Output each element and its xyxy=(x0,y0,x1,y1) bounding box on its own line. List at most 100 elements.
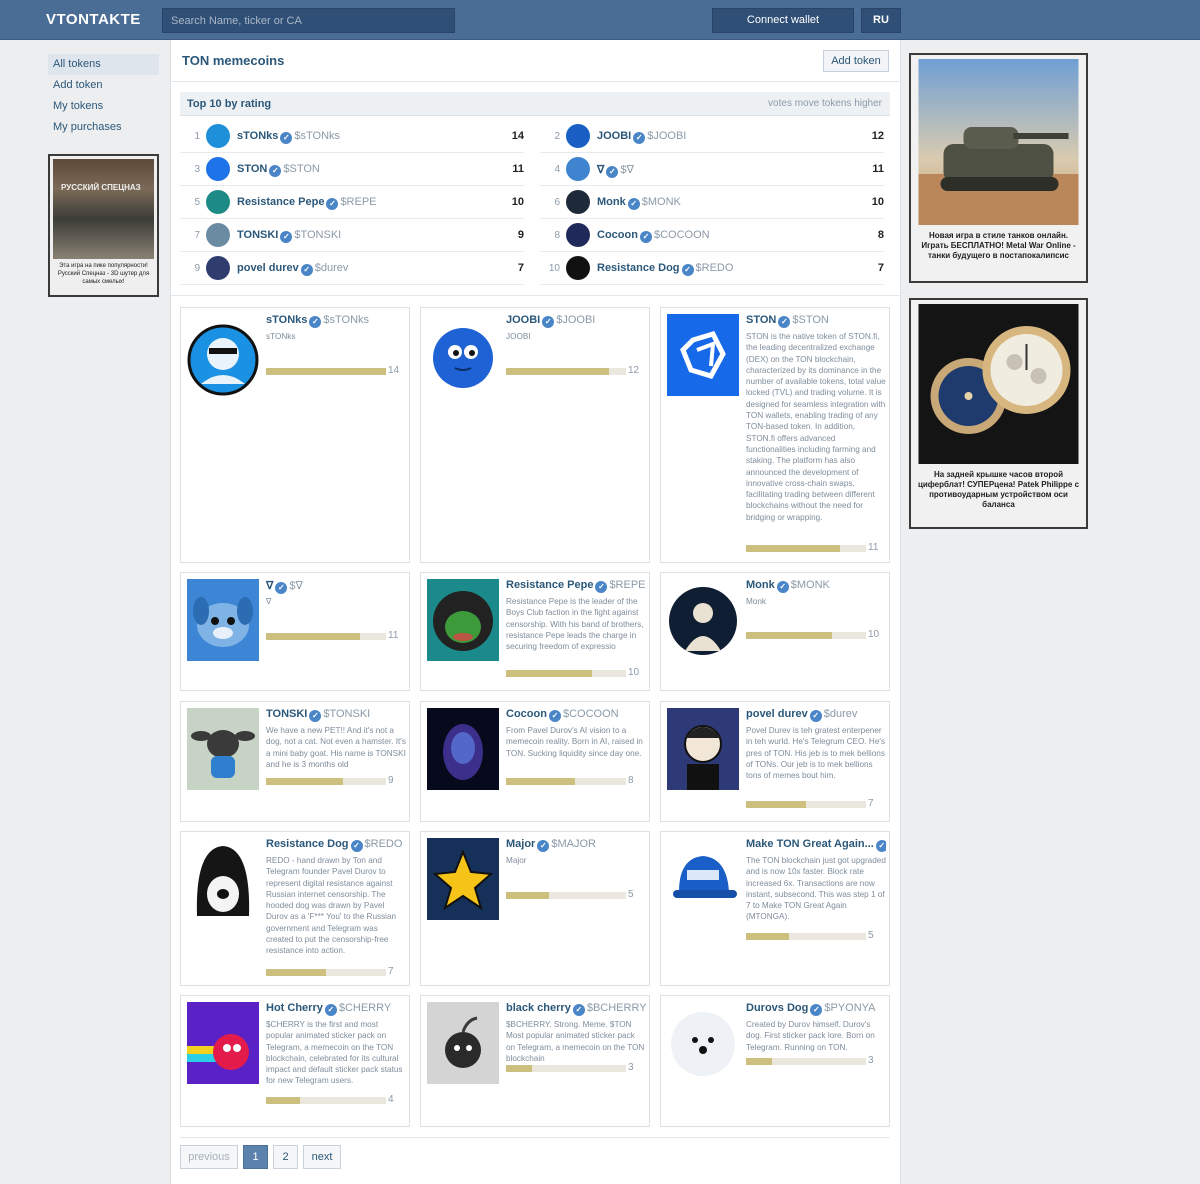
token-name[interactable]: TONSKI ✓ $TONSKI xyxy=(266,708,406,722)
site-logo[interactable]: VTONTAKTE xyxy=(46,11,141,28)
ranking-row[interactable]: 10 Resistance Dog ✓ $REDO 7 xyxy=(540,252,884,285)
token-name[interactable]: povel durev ✓ $durev xyxy=(746,708,886,722)
token-description: Monk xyxy=(746,597,767,606)
token-ticker: $MONK xyxy=(790,579,830,591)
token-card[interactable]: Monk ✓ $MONK Monk 10 xyxy=(660,572,890,691)
token-name[interactable]: ∇ ✓ $∇ xyxy=(266,579,406,594)
sidebar-item-all-tokens[interactable]: All tokens xyxy=(48,54,159,75)
token-name[interactable]: Monk ✓ $MONK xyxy=(746,579,886,593)
token-name[interactable]: Cocoon ✓ $COCOON xyxy=(506,708,646,722)
search-input[interactable]: Search Name, ticker or CA xyxy=(162,8,455,33)
token-image[interactable] xyxy=(427,838,499,920)
watch-image xyxy=(918,304,1079,464)
ad-banner-watch[interactable]: На задней крышке часов второй циферблат!… xyxy=(909,298,1088,529)
verified-icon: ✓ xyxy=(572,1004,585,1016)
ranking-row[interactable]: 9 povel durev ✓ $durev 7 xyxy=(180,252,524,285)
token-ticker: $COCOON xyxy=(653,229,710,241)
token-ticker: $STON xyxy=(283,163,320,175)
language-button[interactable]: RU xyxy=(861,8,901,33)
rating-value: 10 xyxy=(868,629,880,640)
token-name[interactable]: Resistance Pepe ✓ $REPE xyxy=(237,196,377,210)
ranking-row[interactable]: 5 Resistance Pepe ✓ $REPE 10 xyxy=(180,186,524,219)
token-name[interactable]: Major ✓ $MAJOR xyxy=(506,838,646,852)
token-image[interactable] xyxy=(187,838,259,920)
token-score: 10 xyxy=(511,196,524,208)
token-name[interactable]: sTONks ✓ $sTONks xyxy=(237,130,340,144)
token-name[interactable]: Cocoon ✓ $COCOON xyxy=(597,229,710,243)
token-ticker: $BCHERRY xyxy=(586,1002,646,1014)
token-description: JOOBI xyxy=(506,332,531,341)
token-card[interactable]: black cherry ✓ $BCHERRY $BCHERRY. Strong. M… xyxy=(420,995,650,1127)
token-name[interactable]: Resistance Dog ✓ $REDO xyxy=(597,262,733,276)
token-card[interactable]: povel durev ✓ $durev Povel Durev is teh gra… xyxy=(660,701,890,822)
pagination-next[interactable]: next xyxy=(303,1145,341,1169)
sidebar-item-my-purchases[interactable]: My purchases xyxy=(48,117,159,138)
verified-icon: ✓ xyxy=(275,582,288,594)
token-card[interactable]: sTONks ✓ $sTONks sTONks 14 xyxy=(180,307,410,563)
token-name[interactable]: JOOBI ✓ $JOOBI xyxy=(597,130,686,144)
token-image[interactable] xyxy=(667,1002,739,1084)
token-image[interactable] xyxy=(187,579,259,661)
token-card[interactable]: Resistance Pepe ✓ $REPE Resistance Pepe is … xyxy=(420,572,650,691)
token-name[interactable]: ∇ ✓ $∇ xyxy=(597,163,634,178)
token-image[interactable] xyxy=(427,708,499,790)
verified-icon: ✓ xyxy=(324,1004,337,1016)
token-card[interactable]: ∇ ✓ $∇ ∇ 11 xyxy=(180,572,410,691)
token-name[interactable]: Resistance Dog ✓ $REDO xyxy=(266,838,406,852)
token-name[interactable]: Hot Cherry ✓ $CHERRY xyxy=(266,1002,406,1016)
token-card[interactable]: Make TON Great Again... ✓ The TON blockcha… xyxy=(660,831,890,986)
token-name[interactable]: JOOBI ✓ $JOOBI xyxy=(506,314,646,328)
pagination-previous[interactable]: previous xyxy=(180,1145,238,1169)
token-name[interactable]: Make TON Great Again... ✓ xyxy=(746,838,886,852)
ad-banner-tank[interactable]: Новая игра в стиле танков онлайн. Играть… xyxy=(909,53,1088,283)
token-card[interactable]: Hot Cherry ✓ $CHERRY $CHERRY is the first a… xyxy=(180,995,410,1127)
ranking-row[interactable]: 8 Cocoon ✓ $COCOON 8 xyxy=(540,219,884,252)
token-name[interactable]: STON ✓ $STON xyxy=(746,314,886,328)
token-name[interactable]: Monk ✓ $MONK xyxy=(597,196,681,210)
token-name[interactable]: Resistance Pepe ✓ $REPE xyxy=(506,579,646,593)
pagination-page-1[interactable]: 1 xyxy=(243,1145,268,1169)
token-image[interactable] xyxy=(667,314,739,396)
divider xyxy=(171,295,901,296)
token-card[interactable]: JOOBI ✓ $JOOBI JOOBI 12 xyxy=(420,307,650,563)
token-image[interactable] xyxy=(667,579,739,661)
token-description: The TON blockchain just got upgraded and… xyxy=(746,856,886,922)
ranking-row[interactable]: 2 JOOBI ✓ $JOOBI 12 xyxy=(540,120,884,153)
token-card[interactable]: TONSKI ✓ $TONSKI We have a new PET!! And it… xyxy=(180,701,410,822)
token-name[interactable]: TONSKI ✓ $TONSKI xyxy=(237,229,341,243)
token-card[interactable]: Resistance Dog ✓ $REDO REDO - hand drawn by… xyxy=(180,831,410,986)
token-avatar xyxy=(206,157,230,181)
verified-icon: ✓ xyxy=(809,710,822,722)
token-name[interactable]: STON ✓ $STON xyxy=(237,163,320,177)
token-image[interactable] xyxy=(427,314,499,396)
token-image[interactable] xyxy=(427,1002,499,1084)
sidebar-item-my-tokens[interactable]: My tokens xyxy=(48,96,159,117)
token-image[interactable] xyxy=(187,708,259,790)
ranking-row[interactable]: 6 Monk ✓ $MONK 10 xyxy=(540,186,884,219)
connect-wallet-button[interactable]: Connect wallet xyxy=(712,8,854,33)
token-name[interactable]: Durovs Dog ✓ $PYONYA xyxy=(746,1002,886,1016)
pagination-page-2[interactable]: 2 xyxy=(273,1145,298,1169)
verified-icon: ✓ xyxy=(810,1004,823,1016)
ranking-row[interactable]: 1 sTONks ✓ $sTONks 14 xyxy=(180,120,524,153)
ranking-row[interactable]: 4 ∇ ✓ $∇ 11 xyxy=(540,153,884,186)
token-card[interactable]: Durovs Dog ✓ $PYONYA Created by Durov himse… xyxy=(660,995,890,1127)
token-image[interactable] xyxy=(667,838,739,920)
token-image[interactable] xyxy=(187,1002,259,1084)
ad-banner-left[interactable]: РУССКИЙ СПЕЦНАЗ Эта игра на пике популяр… xyxy=(48,154,159,297)
token-card[interactable]: Cocoon ✓ $COCOON From Pavel Durov's AI visi… xyxy=(420,701,650,822)
ranking-row[interactable]: 7 TONSKI ✓ $TONSKI 9 xyxy=(180,219,524,252)
token-image[interactable] xyxy=(667,708,739,790)
token-name[interactable]: povel durev ✓ $durev xyxy=(237,262,348,276)
token-image[interactable] xyxy=(187,314,259,396)
token-name[interactable]: black cherry ✓ $BCHERRY xyxy=(506,1002,646,1016)
token-card[interactable]: STON ✓ $STON STON is the native token of ST… xyxy=(660,307,890,563)
token-name[interactable]: sTONks ✓ $sTONks xyxy=(266,314,406,328)
sidebar-item-add-token[interactable]: Add token xyxy=(48,75,159,96)
token-card[interactable]: Major ✓ $MAJOR Major 5 xyxy=(420,831,650,986)
token-image[interactable] xyxy=(427,579,499,661)
token-ticker: $∇ xyxy=(620,164,634,176)
ranking-row[interactable]: 3 STON ✓ $STON 11 xyxy=(180,153,524,186)
rank-number: 1 xyxy=(194,131,200,142)
add-token-button[interactable]: Add token xyxy=(823,50,889,72)
